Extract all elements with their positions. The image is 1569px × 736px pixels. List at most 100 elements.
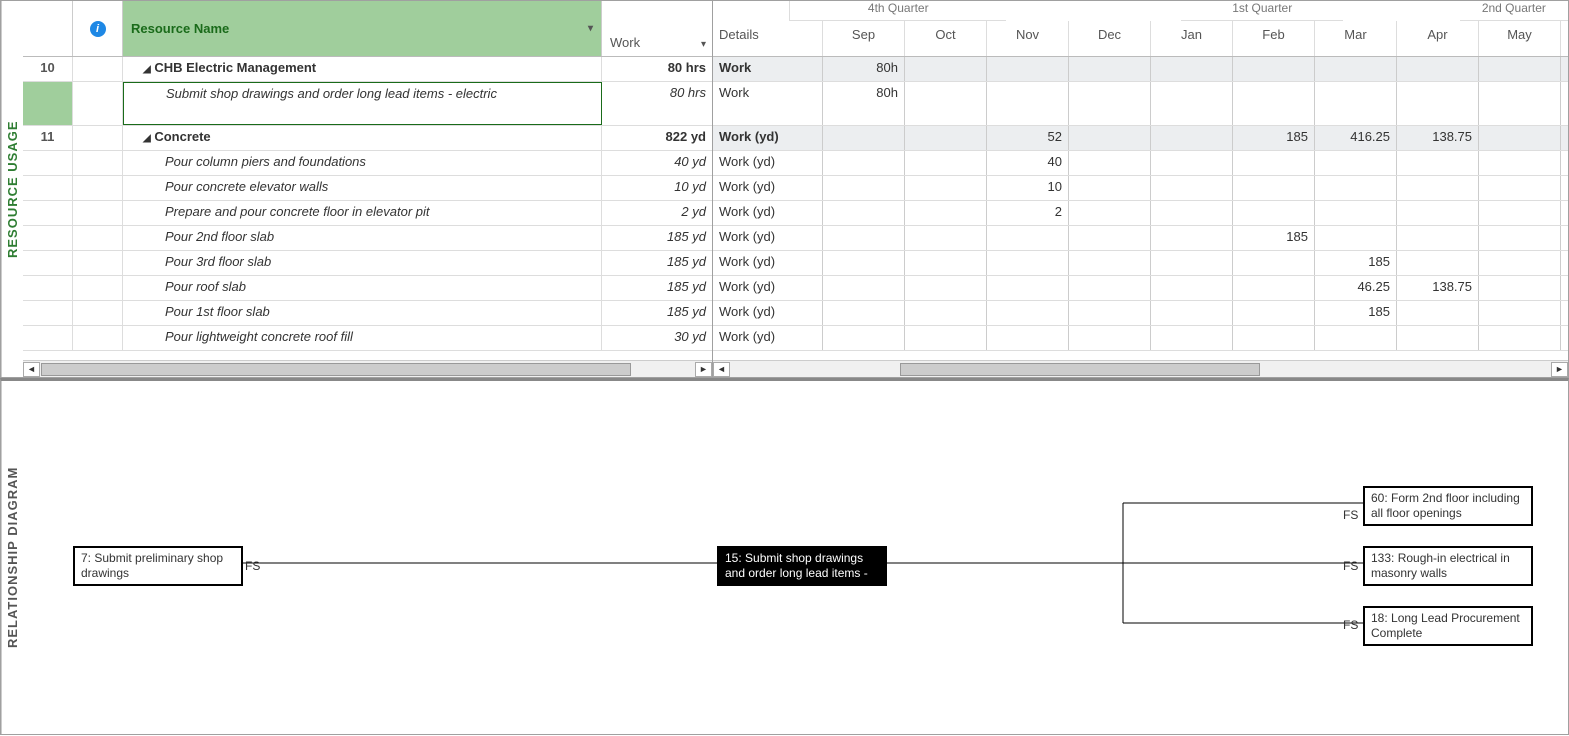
data-cell[interactable] bbox=[987, 326, 1069, 350]
data-cell[interactable] bbox=[1233, 326, 1315, 350]
row-info-cell[interactable] bbox=[73, 82, 123, 125]
details-cell[interactable]: Work (yd) bbox=[713, 301, 823, 325]
collapse-caret-icon[interactable]: ◢ bbox=[143, 64, 151, 75]
row-id-cell[interactable] bbox=[23, 82, 73, 125]
scroll-left-icon[interactable]: ◄ bbox=[713, 362, 730, 377]
row-work-cell[interactable]: 10 yd bbox=[602, 176, 712, 200]
data-cell[interactable]: 185 bbox=[1233, 126, 1315, 150]
data-cell[interactable] bbox=[1151, 151, 1233, 175]
timeline-row[interactable]: Work (yd)185 bbox=[713, 301, 1568, 326]
data-cell[interactable] bbox=[1151, 176, 1233, 200]
row-info-cell[interactable] bbox=[73, 201, 123, 225]
row-id-cell[interactable] bbox=[23, 326, 73, 350]
row-id-cell[interactable]: 11 bbox=[23, 126, 73, 150]
timeline-row[interactable]: Work (yd)2 bbox=[713, 201, 1568, 226]
row-info-cell[interactable] bbox=[73, 57, 123, 81]
data-cell[interactable] bbox=[905, 301, 987, 325]
data-cell[interactable] bbox=[1479, 276, 1561, 300]
row-work-cell[interactable]: 822 yd bbox=[602, 126, 712, 150]
row-work-cell[interactable]: 30 yd bbox=[602, 326, 712, 350]
data-cell[interactable] bbox=[1315, 57, 1397, 81]
table-row[interactable]: Pour 2nd floor slab185 yd bbox=[23, 226, 712, 251]
row-info-cell[interactable] bbox=[73, 226, 123, 250]
diagram-node[interactable]: 60: Form 2nd floor including all floor o… bbox=[1363, 486, 1533, 526]
row-name-cell[interactable]: Pour 3rd floor slab bbox=[123, 251, 602, 275]
row-info-cell[interactable] bbox=[73, 326, 123, 350]
data-cell[interactable] bbox=[1397, 301, 1479, 325]
row-name-cell[interactable]: Pour column piers and foundations bbox=[123, 151, 602, 175]
row-work-cell[interactable]: 185 yd bbox=[602, 226, 712, 250]
data-cell[interactable]: 52 bbox=[987, 126, 1069, 150]
row-work-cell[interactable]: 80 hrs bbox=[602, 57, 712, 81]
data-cell[interactable] bbox=[905, 126, 987, 150]
details-cell[interactable]: Work (yd) bbox=[713, 326, 823, 350]
data-cell[interactable] bbox=[1397, 176, 1479, 200]
data-cell[interactable] bbox=[1069, 276, 1151, 300]
data-cell[interactable] bbox=[987, 226, 1069, 250]
data-cell[interactable] bbox=[1233, 251, 1315, 275]
details-cell[interactable]: Work (yd) bbox=[713, 151, 823, 175]
data-cell[interactable] bbox=[1479, 251, 1561, 275]
row-work-cell[interactable]: 185 yd bbox=[602, 251, 712, 275]
data-cell[interactable] bbox=[823, 126, 905, 150]
data-cell[interactable] bbox=[905, 57, 987, 81]
table-row[interactable]: Pour column piers and foundations40 yd bbox=[23, 151, 712, 176]
data-cell[interactable]: 138.75 bbox=[1397, 276, 1479, 300]
left-h-scrollbar[interactable]: ◄ ► bbox=[23, 360, 712, 377]
data-cell[interactable] bbox=[1479, 176, 1561, 200]
data-cell[interactable] bbox=[1315, 326, 1397, 350]
data-cell[interactable] bbox=[987, 301, 1069, 325]
month-header[interactable]: Apr bbox=[1397, 21, 1479, 56]
data-cell[interactable] bbox=[987, 276, 1069, 300]
data-cell[interactable]: 185 bbox=[1233, 226, 1315, 250]
timeline-row[interactable]: Work (yd) bbox=[713, 326, 1568, 351]
data-cell[interactable] bbox=[1397, 82, 1479, 125]
data-cell[interactable] bbox=[823, 226, 905, 250]
data-cell[interactable] bbox=[1479, 301, 1561, 325]
data-cell[interactable] bbox=[1069, 226, 1151, 250]
data-cell[interactable] bbox=[1315, 82, 1397, 125]
data-cell[interactable] bbox=[1069, 301, 1151, 325]
month-header[interactable]: Nov bbox=[987, 21, 1069, 56]
left-body[interactable]: 10◢ CHB Electric Management80 hrs Submit… bbox=[23, 57, 712, 360]
data-cell[interactable] bbox=[1315, 151, 1397, 175]
data-cell[interactable] bbox=[1069, 57, 1151, 81]
col-header-info[interactable]: i bbox=[73, 1, 123, 56]
scroll-left-icon[interactable]: ◄ bbox=[23, 362, 40, 377]
data-cell[interactable]: 80h bbox=[823, 82, 905, 125]
month-header[interactable]: Sep bbox=[823, 21, 905, 56]
data-cell[interactable] bbox=[1069, 126, 1151, 150]
row-id-cell[interactable]: 10 bbox=[23, 57, 73, 81]
data-cell[interactable] bbox=[1479, 201, 1561, 225]
data-cell[interactable] bbox=[987, 57, 1069, 81]
data-cell[interactable] bbox=[1069, 326, 1151, 350]
details-cell[interactable]: Work (yd) bbox=[713, 251, 823, 275]
right-h-scrollbar[interactable]: ◄ ► bbox=[713, 360, 1568, 377]
data-cell[interactable]: 46.25 bbox=[1315, 276, 1397, 300]
data-cell[interactable] bbox=[1069, 251, 1151, 275]
col-header-work[interactable]: Work ▾ bbox=[602, 1, 712, 56]
right-body[interactable]: Work80hWork80hWork (yd)52185416.25138.75… bbox=[713, 57, 1568, 360]
data-cell[interactable] bbox=[1151, 301, 1233, 325]
month-header[interactable]: Oct bbox=[905, 21, 987, 56]
timeline-row[interactable]: Work (yd)52185416.25138.75 bbox=[713, 126, 1568, 151]
data-cell[interactable] bbox=[1233, 201, 1315, 225]
data-cell[interactable] bbox=[1069, 176, 1151, 200]
data-cell[interactable] bbox=[1315, 201, 1397, 225]
details-cell[interactable]: Work bbox=[713, 82, 823, 125]
data-cell[interactable] bbox=[1479, 151, 1561, 175]
data-cell[interactable] bbox=[1397, 226, 1479, 250]
table-row[interactable]: Prepare and pour concrete floor in eleva… bbox=[23, 201, 712, 226]
timeline-row[interactable]: Work80h bbox=[713, 57, 1568, 82]
row-id-cell[interactable] bbox=[23, 201, 73, 225]
table-row[interactable]: Pour lightweight concrete roof fill30 yd bbox=[23, 326, 712, 351]
data-cell[interactable] bbox=[1397, 201, 1479, 225]
data-cell[interactable] bbox=[823, 276, 905, 300]
details-cell[interactable]: Work (yd) bbox=[713, 226, 823, 250]
data-cell[interactable] bbox=[1479, 82, 1561, 125]
data-cell[interactable]: 80h bbox=[823, 57, 905, 81]
data-cell[interactable] bbox=[1151, 57, 1233, 81]
row-name-cell[interactable]: ◢ Concrete bbox=[123, 126, 602, 150]
table-row[interactable]: Pour roof slab185 yd bbox=[23, 276, 712, 301]
data-cell[interactable] bbox=[1151, 82, 1233, 125]
